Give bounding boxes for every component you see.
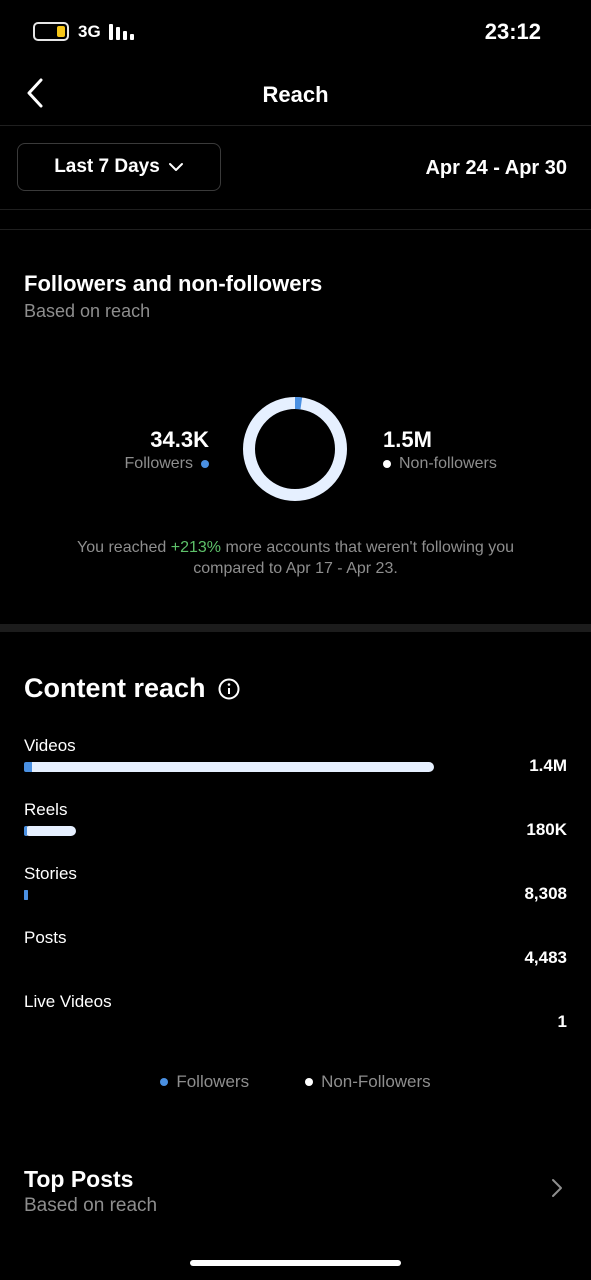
content-reach-bar — [24, 890, 28, 900]
followers-dot-icon — [201, 460, 209, 468]
content-reach-value: 8,308 — [524, 884, 567, 903]
note-suffix: more accounts that weren't following you… — [193, 539, 514, 577]
content-reach-title: Content reach — [24, 673, 206, 703]
divider — [0, 229, 591, 230]
status-time: 23:12 — [484, 19, 541, 44]
top-posts-title: Top Posts — [24, 1166, 134, 1192]
top-nav: Reach — [0, 64, 591, 126]
followers-count: 34.3K — [150, 427, 209, 452]
content-reach-label: Reels — [24, 800, 68, 819]
content-reach-bar-followers — [24, 890, 28, 900]
section-divider — [0, 624, 591, 632]
legend-nonfollowers-dot-icon — [305, 1078, 314, 1086]
audience-donut-chart — [243, 397, 347, 501]
content-reach-label: Videos — [24, 736, 76, 755]
content-reach-header: Content reach — [24, 673, 240, 704]
content-reach-bar-followers — [24, 762, 33, 772]
date-range-text: Apr 24 - Apr 30 — [425, 157, 567, 179]
content-reach-bar — [24, 762, 434, 772]
legend-followers: Followers — [160, 1072, 249, 1092]
date-range-selector-label: Last 7 Days — [54, 156, 160, 177]
date-range-row: Last 7 Days Apr 24 - Apr 30 — [0, 126, 591, 210]
content-reach-value: 1 — [557, 1012, 567, 1031]
content-reach-value: 4,483 — [524, 948, 567, 967]
note-prefix: You reached — [77, 539, 171, 556]
legend-nonfollowers: Non-Followers — [305, 1072, 431, 1092]
network-type: 3G — [78, 22, 101, 41]
signal-icon — [109, 24, 134, 40]
audience-subtitle: Based on reach — [24, 301, 151, 321]
home-indicator[interactable] — [190, 1260, 401, 1266]
content-reach-label: Stories — [24, 864, 77, 883]
audience-title: Followers and non-followers — [24, 271, 323, 296]
content-reach-label: Live Videos — [24, 992, 112, 1011]
battery-icon — [33, 22, 69, 41]
content-reach-label: Posts — [24, 928, 67, 947]
nonfollowers-legend: Non-followers — [383, 455, 497, 473]
info-icon[interactable] — [218, 678, 240, 700]
content-reach-bar — [24, 826, 77, 836]
legend-followers-dot-icon — [160, 1078, 169, 1086]
page-title: Reach — [262, 82, 329, 107]
reach-comparison-note: You reached +213% more accounts that wer… — [40, 537, 551, 579]
reach-screen: 3G 23:12 Reach Last 7 Days Apr 24 - Apr … — [0, 0, 591, 1280]
date-range-selector[interactable]: Last 7 Days — [17, 143, 221, 191]
chevron-down-icon — [168, 163, 183, 171]
nonfollowers-dot-icon — [383, 460, 391, 468]
legend-nonfollowers-label: Non-Followers — [321, 1072, 431, 1091]
content-reach-legend: Followers Non-Followers — [0, 1072, 591, 1092]
content-reach-value: 1.4M — [529, 756, 567, 775]
followers-legend: Followers — [125, 455, 209, 473]
note-change: +213% — [170, 539, 221, 556]
chevron-right-icon[interactable] — [549, 1176, 565, 1200]
top-posts-subtitle: Based on reach — [24, 1195, 158, 1216]
status-bar: 3G 23:12 — [0, 0, 591, 64]
nonfollowers-label: Non-followers — [399, 455, 497, 472]
nonfollowers-count: 1.5M — [383, 427, 432, 452]
legend-followers-label: Followers — [176, 1072, 250, 1091]
content-reach-value: 180K — [526, 820, 567, 839]
followers-label: Followers — [124, 455, 193, 472]
content-reach-bar-followers — [24, 826, 28, 836]
donut-nonfollowers-arc — [243, 397, 347, 501]
